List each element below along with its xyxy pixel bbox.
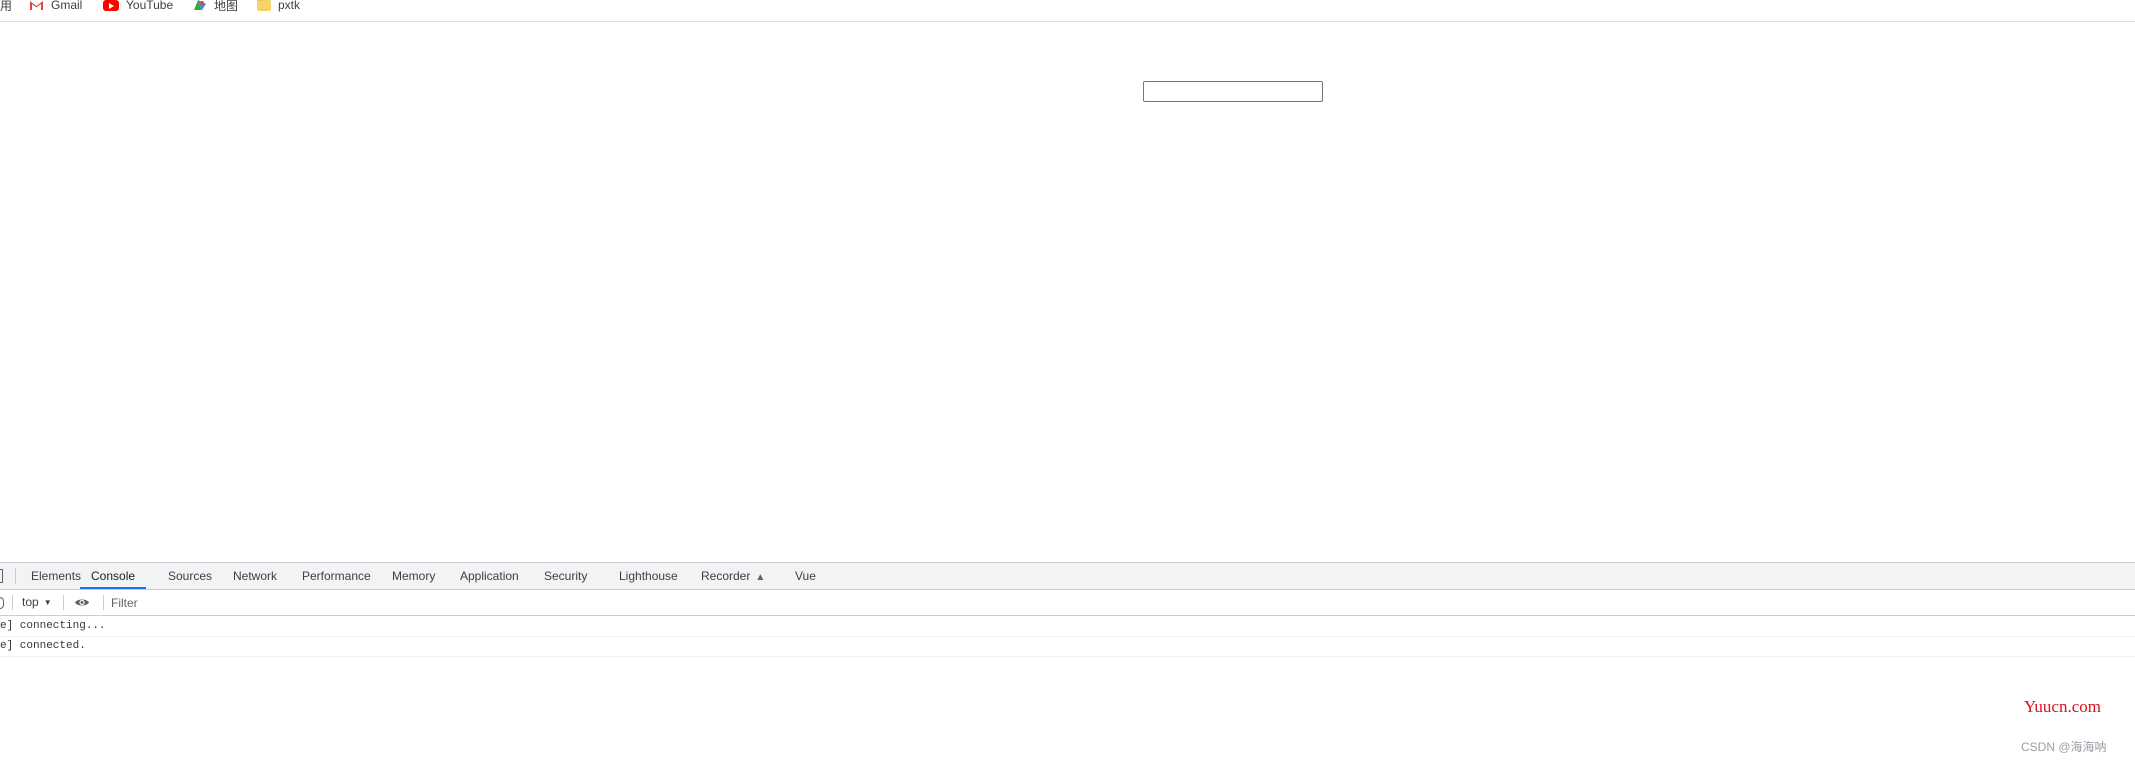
tab-console[interactable]: Console (80, 563, 147, 589)
bookmarks-bar: 用 Gmail YouTube 地图 pxtk (0, 0, 2135, 22)
tab-recorder[interactable]: Recorder ▲ (701, 563, 765, 589)
bookmark-label: pxtk (278, 0, 301, 12)
tab-elements[interactable]: Elements (31, 563, 81, 589)
bookmark-label: YouTube (126, 0, 174, 12)
caret-down-icon: ▼ (43, 598, 52, 607)
author-watermark: CSDN @海海呐 (2021, 740, 2107, 754)
bookmark-apps[interactable]: 用 (0, 0, 12, 13)
divider (63, 595, 64, 610)
bookmark-label: Gmail (51, 0, 83, 12)
tab-memory[interactable]: Memory (392, 563, 435, 589)
tab-network[interactable]: Network (233, 563, 277, 589)
folder-icon (257, 0, 271, 11)
tab-recorder-label: Recorder (701, 569, 751, 583)
console-message-text: e] connecting... (0, 620, 106, 632)
console-filter-input[interactable] (107, 594, 2135, 611)
maps-icon (193, 0, 207, 11)
page-text-input[interactable] (1143, 81, 1323, 102)
youtube-icon (103, 0, 119, 11)
flask-icon: ▲ (755, 572, 766, 583)
divider (103, 595, 104, 610)
bookmark-gmail[interactable]: Gmail (29, 0, 82, 13)
eye-icon[interactable] (74, 597, 90, 608)
devtools-tab-bar: Elements Console Sources Network Perform… (0, 563, 2135, 590)
context-selector[interactable]: top ▼ (22, 595, 52, 610)
bookmark-maps[interactable]: 地图 (193, 0, 238, 13)
site-watermark: Yuucn.com (2024, 697, 2101, 716)
tab-sources[interactable]: Sources (168, 563, 212, 589)
console-toolbar: top ▼ (0, 590, 2135, 616)
gmail-icon (29, 0, 44, 11)
console-message: e] connecting... (0, 617, 2135, 637)
tab-application[interactable]: Application (460, 563, 519, 589)
console-message-text: e] connected. (0, 640, 86, 652)
browser-viewport: 用 Gmail YouTube 地图 pxtk Elements Console… (0, 0, 2135, 763)
bookmark-label: 地图 (214, 0, 239, 13)
divider (12, 595, 13, 610)
bookmark-folder-pxtk[interactable]: pxtk (257, 0, 300, 13)
tab-security[interactable]: Security (544, 563, 587, 589)
tab-performance[interactable]: Performance (302, 563, 371, 589)
tab-vue[interactable]: Vue (795, 563, 816, 589)
divider (15, 568, 16, 584)
bookmark-youtube[interactable]: YouTube (103, 0, 173, 13)
tab-lighthouse[interactable]: Lighthouse (619, 563, 678, 589)
console-message: e] connected. (0, 637, 2135, 657)
bookmark-label: 用 (0, 0, 13, 13)
dock-icon[interactable] (0, 569, 3, 583)
context-selector-value: top (22, 595, 39, 609)
clear-console-icon[interactable] (0, 597, 4, 609)
